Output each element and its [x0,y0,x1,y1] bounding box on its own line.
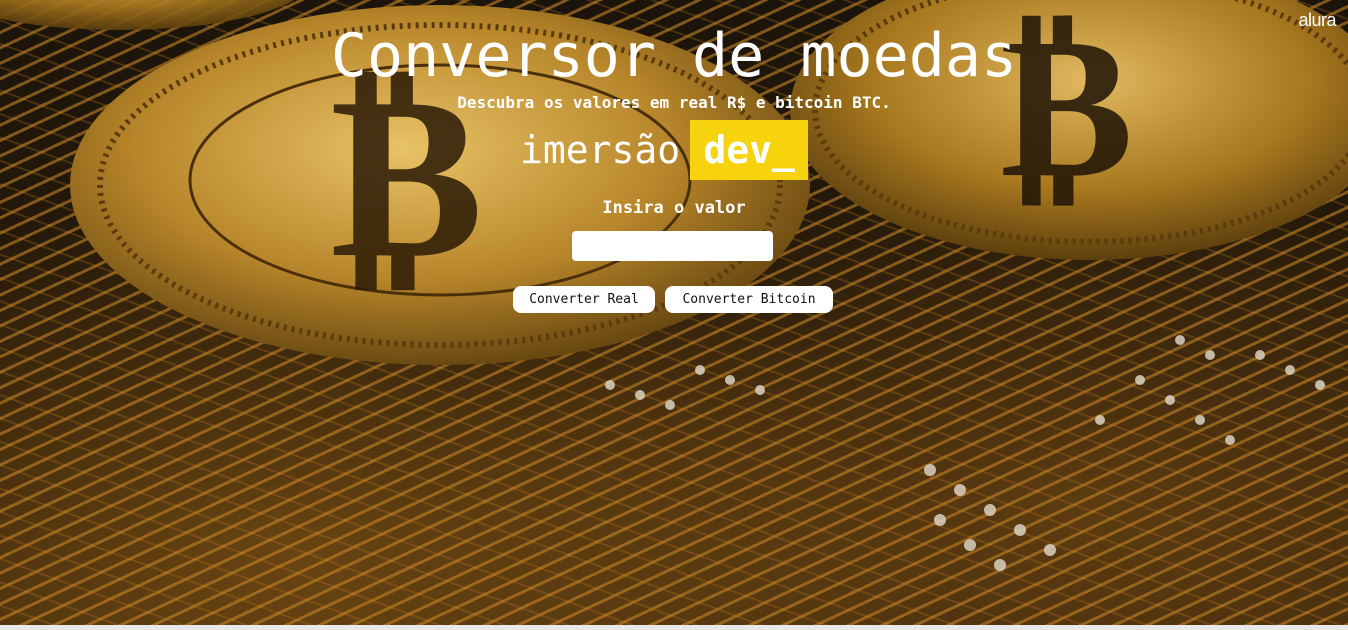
brand-word: imersão [520,128,681,172]
value-label: Insira o valor [602,198,746,218]
bottom-strip [0,625,1348,630]
brand-highlight: dev_ [690,120,809,180]
convert-real-button[interactable]: Converter Real [513,286,655,313]
value-input[interactable] [572,231,773,261]
imersao-dev-logo: imersão dev_ [520,120,809,180]
page-title: Conversor de moedas [330,21,1018,91]
page-subtitle: Descubra os valores em real R$ e bitcoin… [457,93,891,112]
convert-bitcoin-button[interactable]: Converter Bitcoin [665,286,833,313]
